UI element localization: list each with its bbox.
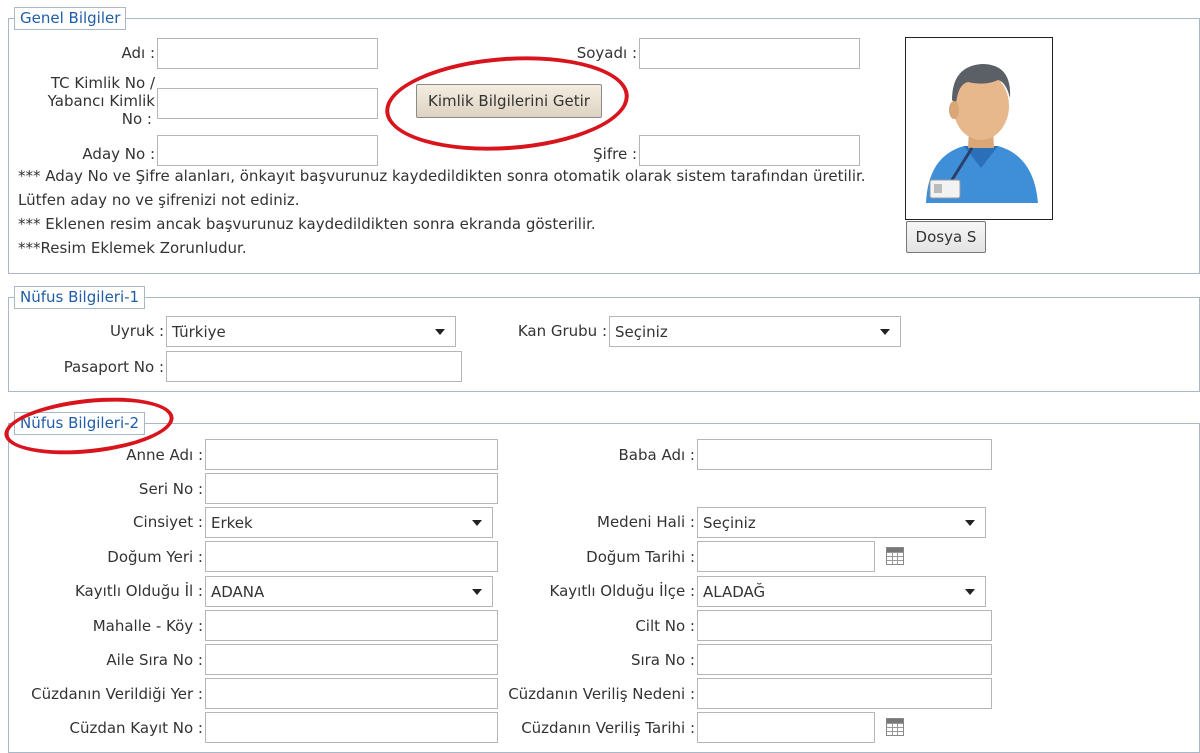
tc-kimlik-label-line2: Yabancı Kimlik — [47, 92, 155, 110]
dogum-tarihi-label: Doğum Tarihi : — [586, 548, 695, 566]
dogum-yeri-input[interactable] — [205, 541, 498, 572]
calendar-icon[interactable] — [886, 547, 904, 565]
baba-adi-label: Baba Adı : — [618, 446, 695, 464]
kayitli-il-select[interactable]: ADANA — [205, 576, 493, 607]
medeni-hali-label: Medeni Hali : — [597, 513, 695, 531]
aday-no-input[interactable] — [157, 135, 378, 166]
anne-adi-label: Anne Adı : — [126, 446, 203, 464]
cuzdan-verilis-nedeni-input[interactable] — [697, 678, 992, 709]
chevron-down-icon — [965, 520, 975, 526]
genel-bilgiler-legend: Genel Bilgiler — [14, 7, 127, 30]
kayitli-ilce-value: ALADAĞ — [703, 583, 766, 601]
mahalle-koy-input[interactable] — [205, 610, 498, 641]
kayitli-ilce-label: Kayıtlı Olduğu İlçe : — [549, 582, 695, 600]
nufus-bilgileri-1-legend: Nüfus Bilgileri-1 — [14, 286, 146, 309]
cuzdan-kayit-no-input[interactable] — [205, 712, 498, 743]
seri-no-label: Seri No : — [138, 480, 203, 498]
cuzdan-verilis-nedeni-label: Cüzdanın Veriliş Nedeni : — [508, 685, 695, 703]
photo-frame — [905, 37, 1053, 220]
cuzdan-verilis-tarihi-input[interactable] — [697, 712, 875, 743]
chevron-down-icon — [472, 520, 482, 526]
dosya-sec-button[interactable]: Dosya S — [906, 221, 986, 253]
aday-no-label: Aday No : — [82, 145, 155, 163]
kayitli-ilce-select[interactable]: ALADAĞ — [697, 576, 986, 607]
tc-kimlik-label-line3: No : — [121, 110, 152, 128]
kayitli-il-label: Kayıtlı Olduğu İl : — [74, 582, 203, 600]
aile-sira-no-input[interactable] — [205, 644, 498, 675]
sifre-input[interactable] — [639, 135, 860, 166]
soyadi-label: Soyadı : — [576, 44, 637, 62]
uyruk-label: Uyruk : — [109, 322, 164, 340]
tc-kimlik-label-line1: TC Kimlik No / — [50, 74, 155, 92]
tc-kimlik-input[interactable] — [157, 88, 378, 119]
mahalle-koy-label: Mahalle - Köy : — [92, 617, 203, 635]
cilt-no-label: Cilt No : — [635, 617, 695, 635]
dogum-yeri-label: Doğum Yeri : — [107, 548, 203, 566]
cuzdan-kayit-no-label: Cüzdan Kayıt No : — [69, 719, 203, 737]
kayitli-il-value: ADANA — [211, 583, 265, 601]
pasaport-no-label: Pasaport No : — [63, 358, 164, 376]
cuzdan-verilis-tarihi-label: Cüzdanın Veriliş Tarihi : — [521, 719, 695, 737]
cuzdan-verildigi-yer-input[interactable] — [205, 678, 498, 709]
uyruk-select[interactable]: Türkiye — [166, 316, 456, 347]
calendar-icon[interactable] — [886, 718, 904, 736]
sira-no-input[interactable] — [697, 644, 992, 675]
chevron-down-icon — [435, 329, 445, 335]
sira-no-label: Sıra No : — [630, 651, 695, 669]
chevron-down-icon — [472, 589, 482, 595]
info-note-4: ***Resim Eklemek Zorunludur. — [18, 239, 247, 257]
kan-grubu-select[interactable]: Seçiniz — [609, 316, 901, 347]
kan-grubu-label: Kan Grubu : — [517, 322, 607, 340]
kan-grubu-value: Seçiniz — [615, 323, 668, 341]
chevron-down-icon — [965, 589, 975, 595]
dogum-tarihi-input[interactable] — [697, 541, 875, 572]
user-avatar-icon — [926, 64, 1038, 203]
medeni-hali-select[interactable]: Seçiniz — [697, 507, 986, 538]
info-note-2: Lütfen aday no ve şifrenizi not ediniz. — [18, 191, 300, 209]
info-note-1: *** Aday No ve Şifre alanları, önkayıt b… — [18, 167, 866, 185]
aile-sira-no-label: Aile Sıra No : — [106, 651, 203, 669]
cinsiyet-value: Erkek — [211, 514, 253, 532]
adi-label: Adı : — [121, 44, 155, 62]
cinsiyet-label: Cinsiyet : — [133, 513, 203, 531]
chevron-down-icon — [880, 329, 890, 335]
medeni-hali-value: Seçiniz — [703, 514, 756, 532]
cilt-no-input[interactable] — [697, 610, 992, 641]
sifre-label: Şifre : — [593, 145, 637, 163]
cuzdan-verildigi-yer-label: Cüzdanın Verildiği Yer : — [31, 685, 203, 703]
pasaport-no-input[interactable] — [166, 351, 462, 382]
soyadi-input[interactable] — [639, 38, 860, 69]
uyruk-value: Türkiye — [172, 323, 226, 341]
adi-input[interactable] — [157, 38, 378, 69]
anne-adi-input[interactable] — [205, 439, 498, 470]
seri-no-input[interactable] — [205, 473, 498, 504]
info-note-3: *** Eklenen resim ancak başvurunuz kayde… — [18, 215, 596, 233]
cinsiyet-select[interactable]: Erkek — [205, 507, 493, 538]
baba-adi-input[interactable] — [697, 439, 992, 470]
